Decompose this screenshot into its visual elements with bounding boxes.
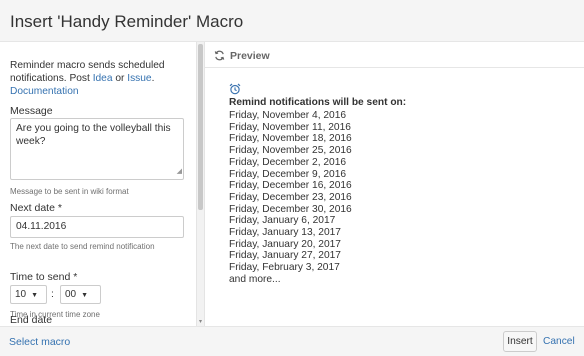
insert-macro-dialog: Insert 'Handy Reminder' Macro Reminder m…	[0, 0, 584, 356]
list-item: Friday, November 11, 2016	[229, 121, 351, 133]
next-date-label: Next date *	[10, 202, 62, 214]
hour-value: 10	[15, 289, 27, 300]
list-item: Friday, December 30, 2016	[229, 203, 352, 215]
message-label: Message	[10, 105, 53, 117]
hour-select[interactable]: 10 ▼	[10, 285, 47, 304]
remind-heading: Remind notifications will be sent on:	[229, 97, 407, 108]
reminder-dates-list: Friday, November 4, 2016 Friday, Novembe…	[229, 110, 352, 286]
caret-down-icon: ▼	[31, 292, 39, 299]
list-item: Friday, December 9, 2016	[229, 168, 347, 180]
list-item: Friday, February 3, 2017	[229, 262, 340, 274]
next-date-hint: The next date to send remind notificatio…	[10, 242, 155, 251]
minute-select[interactable]: 00 ▼	[60, 285, 101, 304]
preview-title: Preview	[230, 50, 270, 62]
message-hint: Message to be sent in wiki format	[10, 187, 129, 196]
alarm-clock-icon	[229, 83, 241, 95]
message-value: Are you going to the volleyball this wee…	[16, 123, 171, 147]
dialog-title: Insert 'Handy Reminder' Macro	[10, 12, 244, 31]
scroll-down-arrow-icon[interactable]: ▾	[199, 318, 202, 325]
dialog-header: Insert 'Handy Reminder' Macro	[0, 0, 584, 42]
issue-link[interactable]: Issue	[127, 73, 151, 84]
select-macro-link[interactable]: Select macro	[9, 336, 70, 348]
preview-panel: Preview Remind notifications will be sen…	[205, 42, 584, 326]
or-text: or	[112, 73, 128, 84]
caret-down-icon: ▼	[81, 292, 89, 299]
list-item: Friday, January 20, 2017	[229, 238, 341, 250]
scrollbar-thumb[interactable]	[198, 44, 203, 210]
documentation-link[interactable]: Documentation	[10, 86, 79, 97]
list-item: Friday, November 18, 2016	[229, 133, 352, 145]
form-scrollbar[interactable]: ▾	[196, 42, 205, 326]
end-date-label: End date	[10, 314, 53, 326]
preview-header: Preview	[205, 42, 584, 68]
list-item: Friday, November 25, 2016	[229, 145, 352, 157]
insert-button[interactable]: Insert	[503, 331, 537, 352]
list-item: Friday, December 23, 2016	[229, 191, 352, 203]
macro-form-panel: Reminder macro sends scheduled notificat…	[0, 42, 196, 326]
next-date-input[interactable]: 04.11.2016	[10, 216, 184, 238]
list-item: Friday, January 13, 2017	[229, 227, 341, 239]
intro-period: .	[151, 73, 155, 84]
intro-text: Reminder macro sends scheduled notificat…	[10, 59, 190, 98]
message-textarea[interactable]: Are you going to the volleyball this wee…	[10, 118, 184, 180]
list-item: Friday, December 2, 2016	[229, 156, 347, 168]
list-item: Friday, January 27, 2017	[229, 250, 341, 262]
dialog-footer: Select macro Insert Cancel	[0, 326, 584, 356]
cancel-button[interactable]: Cancel	[543, 336, 575, 347]
refresh-icon[interactable]	[214, 50, 225, 61]
time-separator: :	[51, 288, 54, 300]
list-item: Friday, December 16, 2016	[229, 180, 352, 192]
list-item: and more...	[229, 273, 281, 285]
resize-grip-icon[interactable]: ◢	[177, 165, 182, 178]
list-item: Friday, January 6, 2017	[229, 215, 336, 227]
idea-link[interactable]: Idea	[93, 73, 113, 84]
time-label: Time to send *	[10, 271, 78, 283]
list-item: Friday, November 4, 2016	[229, 110, 347, 121]
minute-value: 00	[65, 289, 77, 300]
